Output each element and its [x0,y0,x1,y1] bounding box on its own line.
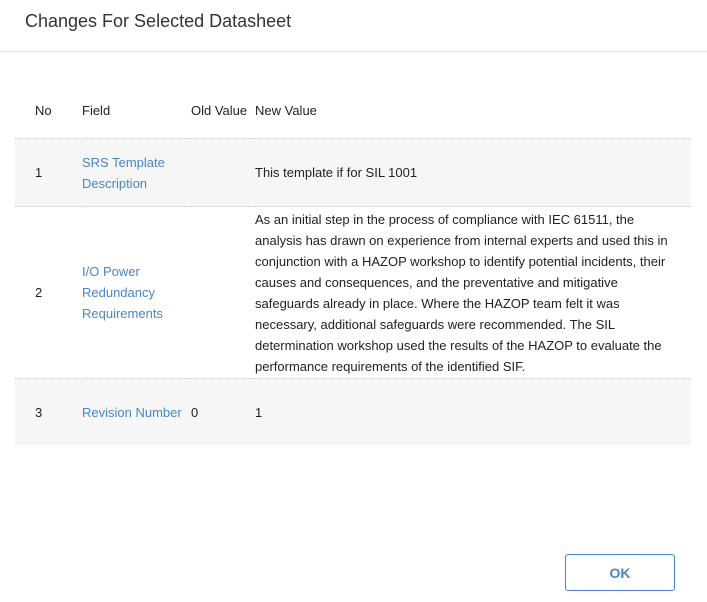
table-row: 2 I/O Power Redundancy Requirements As a… [15,206,691,379]
row-new-value: 1 [255,404,263,420]
ok-button[interactable]: OK [565,554,675,591]
row-old-value [191,207,255,379]
row-old-value: 0 [191,404,199,420]
header-field: Field [82,103,111,118]
header-no: No [35,103,52,118]
field-link[interactable]: I/O Power Redundancy Requirements [82,264,163,321]
table-row: 1 SRS Template Description This template… [15,138,691,207]
header-new-value: New Value [255,103,317,118]
table-row: 3 Revision Number 0 1 [15,378,691,445]
row-no: 2 [35,285,43,300]
field-link[interactable]: SRS Template Description [82,155,165,191]
table-header-row: No Field Old Value New Value [15,83,691,139]
dialog-title: Changes For Selected Datasheet [25,11,292,31]
row-no: 1 [35,165,43,180]
row-new-value: This template if for SIL 1001 [255,165,418,180]
row-no: 3 [35,404,43,420]
changes-table: No Field Old Value New Value 1 SRS Templ… [15,83,691,445]
row-new-value: As an initial step in the process of com… [255,211,668,374]
row-old-value [191,139,255,207]
dialog-header: Changes For Selected Datasheet [0,0,707,52]
header-old-value: Old Value [191,103,248,118]
field-link[interactable]: Revision Number [82,405,182,420]
